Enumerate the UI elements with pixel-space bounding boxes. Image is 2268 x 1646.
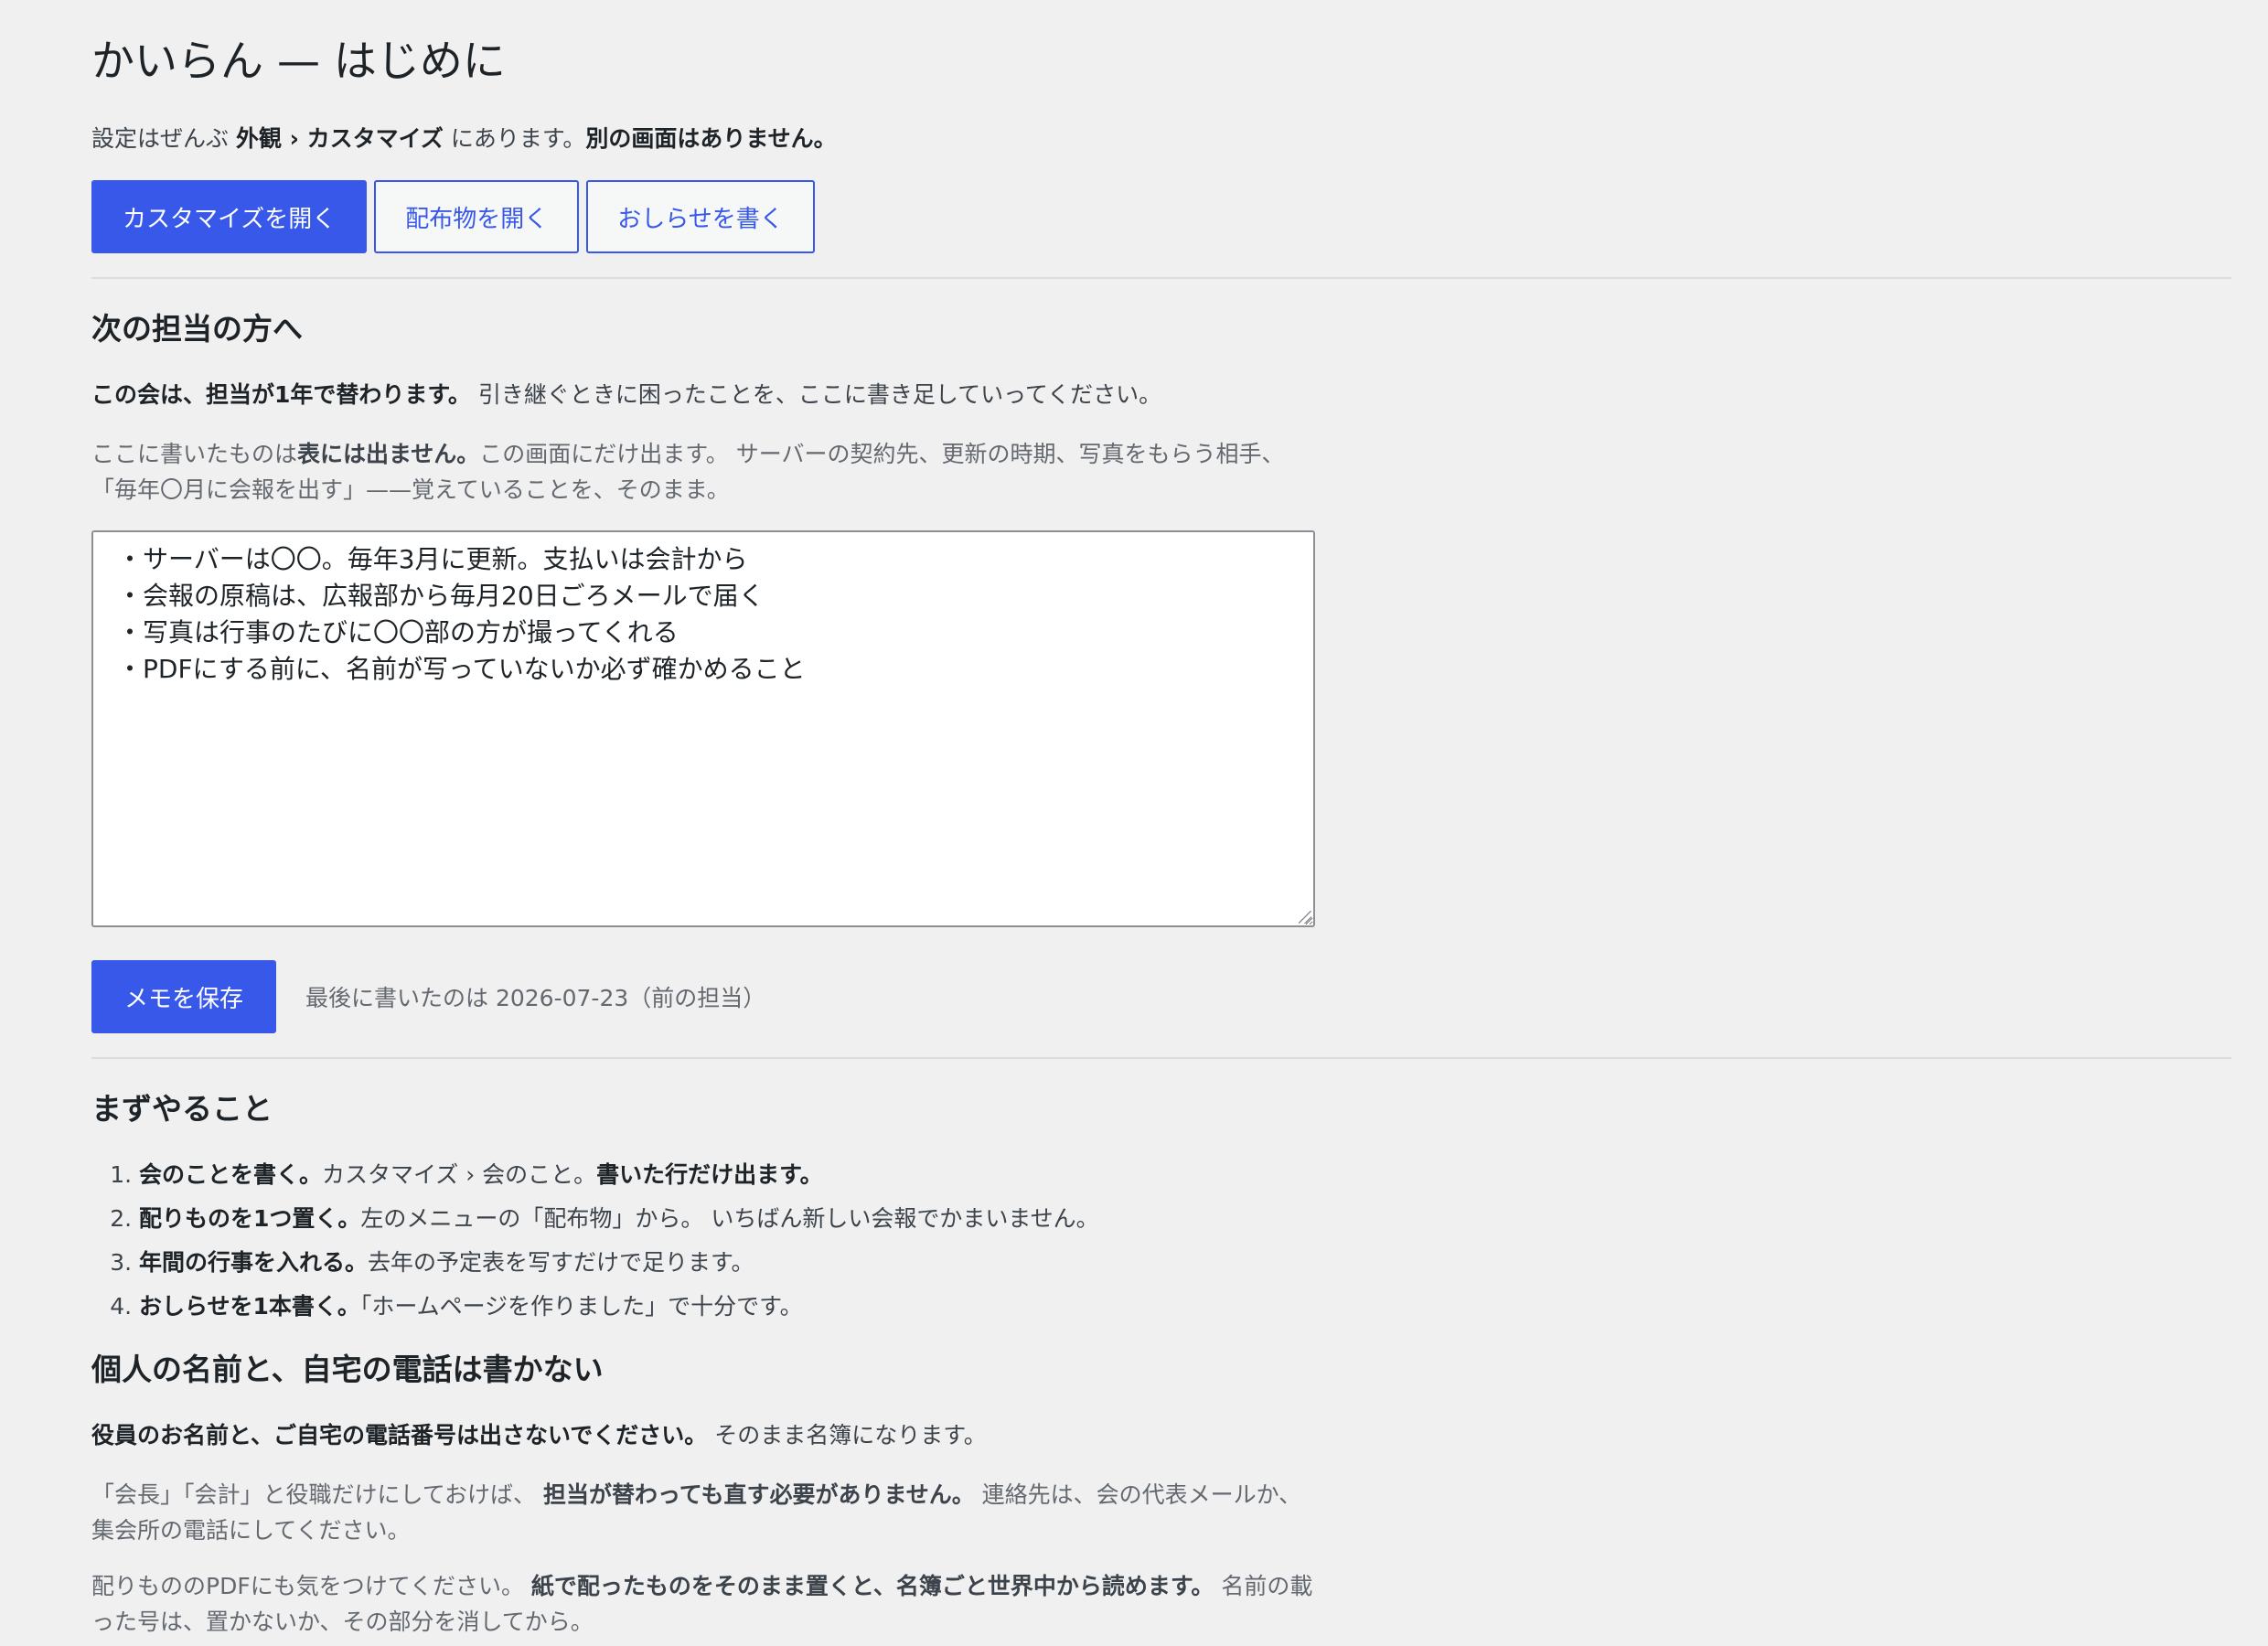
welcome-page: かいらん — はじめに 設定はぜんぶ 外観 › カスタマイズ にあります。別の画… [0,0,2268,1646]
memo-save-row: メモを保存 最後に書いたのは 2026-07-23（前の担当） [91,960,765,1033]
privacy-paragraph-1: 役員のお名前と、ご自宅の電話番号は出さないでください。 そのまま名簿になります。 [91,1417,987,1453]
privacy-p2-strong: 担当が替わっても直す必要がありません。 [542,1481,975,1508]
open-customize-button[interactable]: カスタマイズを開く [91,180,368,253]
step-title: 年間の行事を入れる。 [139,1249,369,1276]
privacy-heading: 個人の名前と、自宅の電話は書かない [91,1352,604,1387]
privacy-p2-prefix: 「会長」「会計」と役職だけにしておけば、 [91,1481,543,1508]
step-title: おしらせを1本書く。 [139,1293,360,1320]
intro-tail: 別の画面はありません。 [585,125,837,152]
privacy-paragraph-3: 配りもののPDFにも気をつけてください。 紙で配ったものをそのまま置くと、名簿ご… [91,1568,1317,1640]
intro-prefix: 設定はぜんぶ [91,125,236,152]
open-handouts-button[interactable]: 配布物を開く [374,180,580,253]
step-detail: 左のメニューの「配布物」から。 いちばん新しい会報でかまいません。 [360,1205,1099,1232]
save-memo-button[interactable]: メモを保存 [91,960,277,1033]
step-title: 会のことを書く。 [139,1161,323,1188]
page-title: かいらん — はじめに [91,37,506,87]
first-step-item: 年間の行事を入れる。去年の予定表を写すだけで足ります。 [139,1241,1099,1285]
handover-note: ここに書いたものは表には出ません。この画面にだけ出ます。 サーバーの契約先、更新… [91,436,1317,508]
handover-note-prefix: ここに書いたものは [91,441,298,467]
handover-note-strong: 表には出ません。 [297,441,480,467]
step-title: 配りものを1つ置く。 [139,1205,361,1232]
textarea-resize-handle[interactable] [1297,909,1315,927]
divider [91,277,2231,279]
last-saved-text: 最後に書いたのは 2026-07-23（前の担当） [305,985,766,1011]
intro-middle: にあります。 [443,125,586,152]
intro-text: 設定はぜんぶ 外観 › カスタマイズ にあります。別の画面はありません。 [91,123,837,155]
handover-heading: 次の担当の方へ [91,311,303,347]
quick-actions: カスタマイズを開く 配布物を開く おしらせを書く [91,180,815,253]
privacy-p1-strong: 役員のお名前と、ご自宅の電話番号は出さないでください。 [91,1422,708,1448]
privacy-p1-rest: そのまま名簿になります。 [707,1422,987,1448]
step-detail: カスタマイズ › 会のこと。 [322,1161,597,1188]
handover-lead: この会は、担当が1年で替わります。 引き継ぐときに困ったことを、ここに書き足して… [91,377,1161,412]
write-news-button[interactable]: おしらせを書く [586,180,815,253]
privacy-paragraph-2: 「会長」「会計」と役職だけにしておけば、 担当が替わっても直す必要がありません。… [91,1477,1317,1548]
handover-lead-rest: 引き継ぐときに困ったことを、ここに書き足していってください。 [470,381,1162,408]
step-detail: 「ホームページを作りました」で十分です。 [359,1293,803,1320]
first-step-item: 配りものを1つ置く。左のメニューの「配布物」から。 いちばん新しい会報でかまいま… [139,1197,1099,1241]
divider [91,1057,2231,1059]
first-step-item: 会のことを書く。カスタマイズ › 会のこと。書いた行だけ出ます。 [139,1153,1099,1197]
handover-lead-strong: この会は、担当が1年で替わります。 [91,381,471,408]
step-detail: 去年の予定表を写すだけで足ります。 [368,1249,754,1276]
handover-memo-textarea[interactable]: ・サーバーは〇〇。毎年3月に更新。支払いは会計から ・会報の原稿は、広報部から毎… [91,530,1315,927]
intro-path: 外観 › カスタマイズ [235,125,444,152]
privacy-p3-strong: 紙で配ったものをそのまま置くと、名簿ごと世界中から読めます。 [530,1573,1214,1599]
step-note: 書いた行だけ出ます。 [596,1161,823,1188]
first-steps-list: 会のことを書く。カスタマイズ › 会のこと。書いた行だけ出ます。 配りものを1つ… [91,1153,1099,1329]
first-steps-heading: まずやること [91,1091,273,1127]
privacy-p3-prefix: 配りもののPDFにも気をつけてください。 [91,1573,531,1599]
resize-grip-icon [1299,911,1311,924]
first-step-item: おしらせを1本書く。「ホームページを作りました」で十分です。 [139,1285,1099,1329]
